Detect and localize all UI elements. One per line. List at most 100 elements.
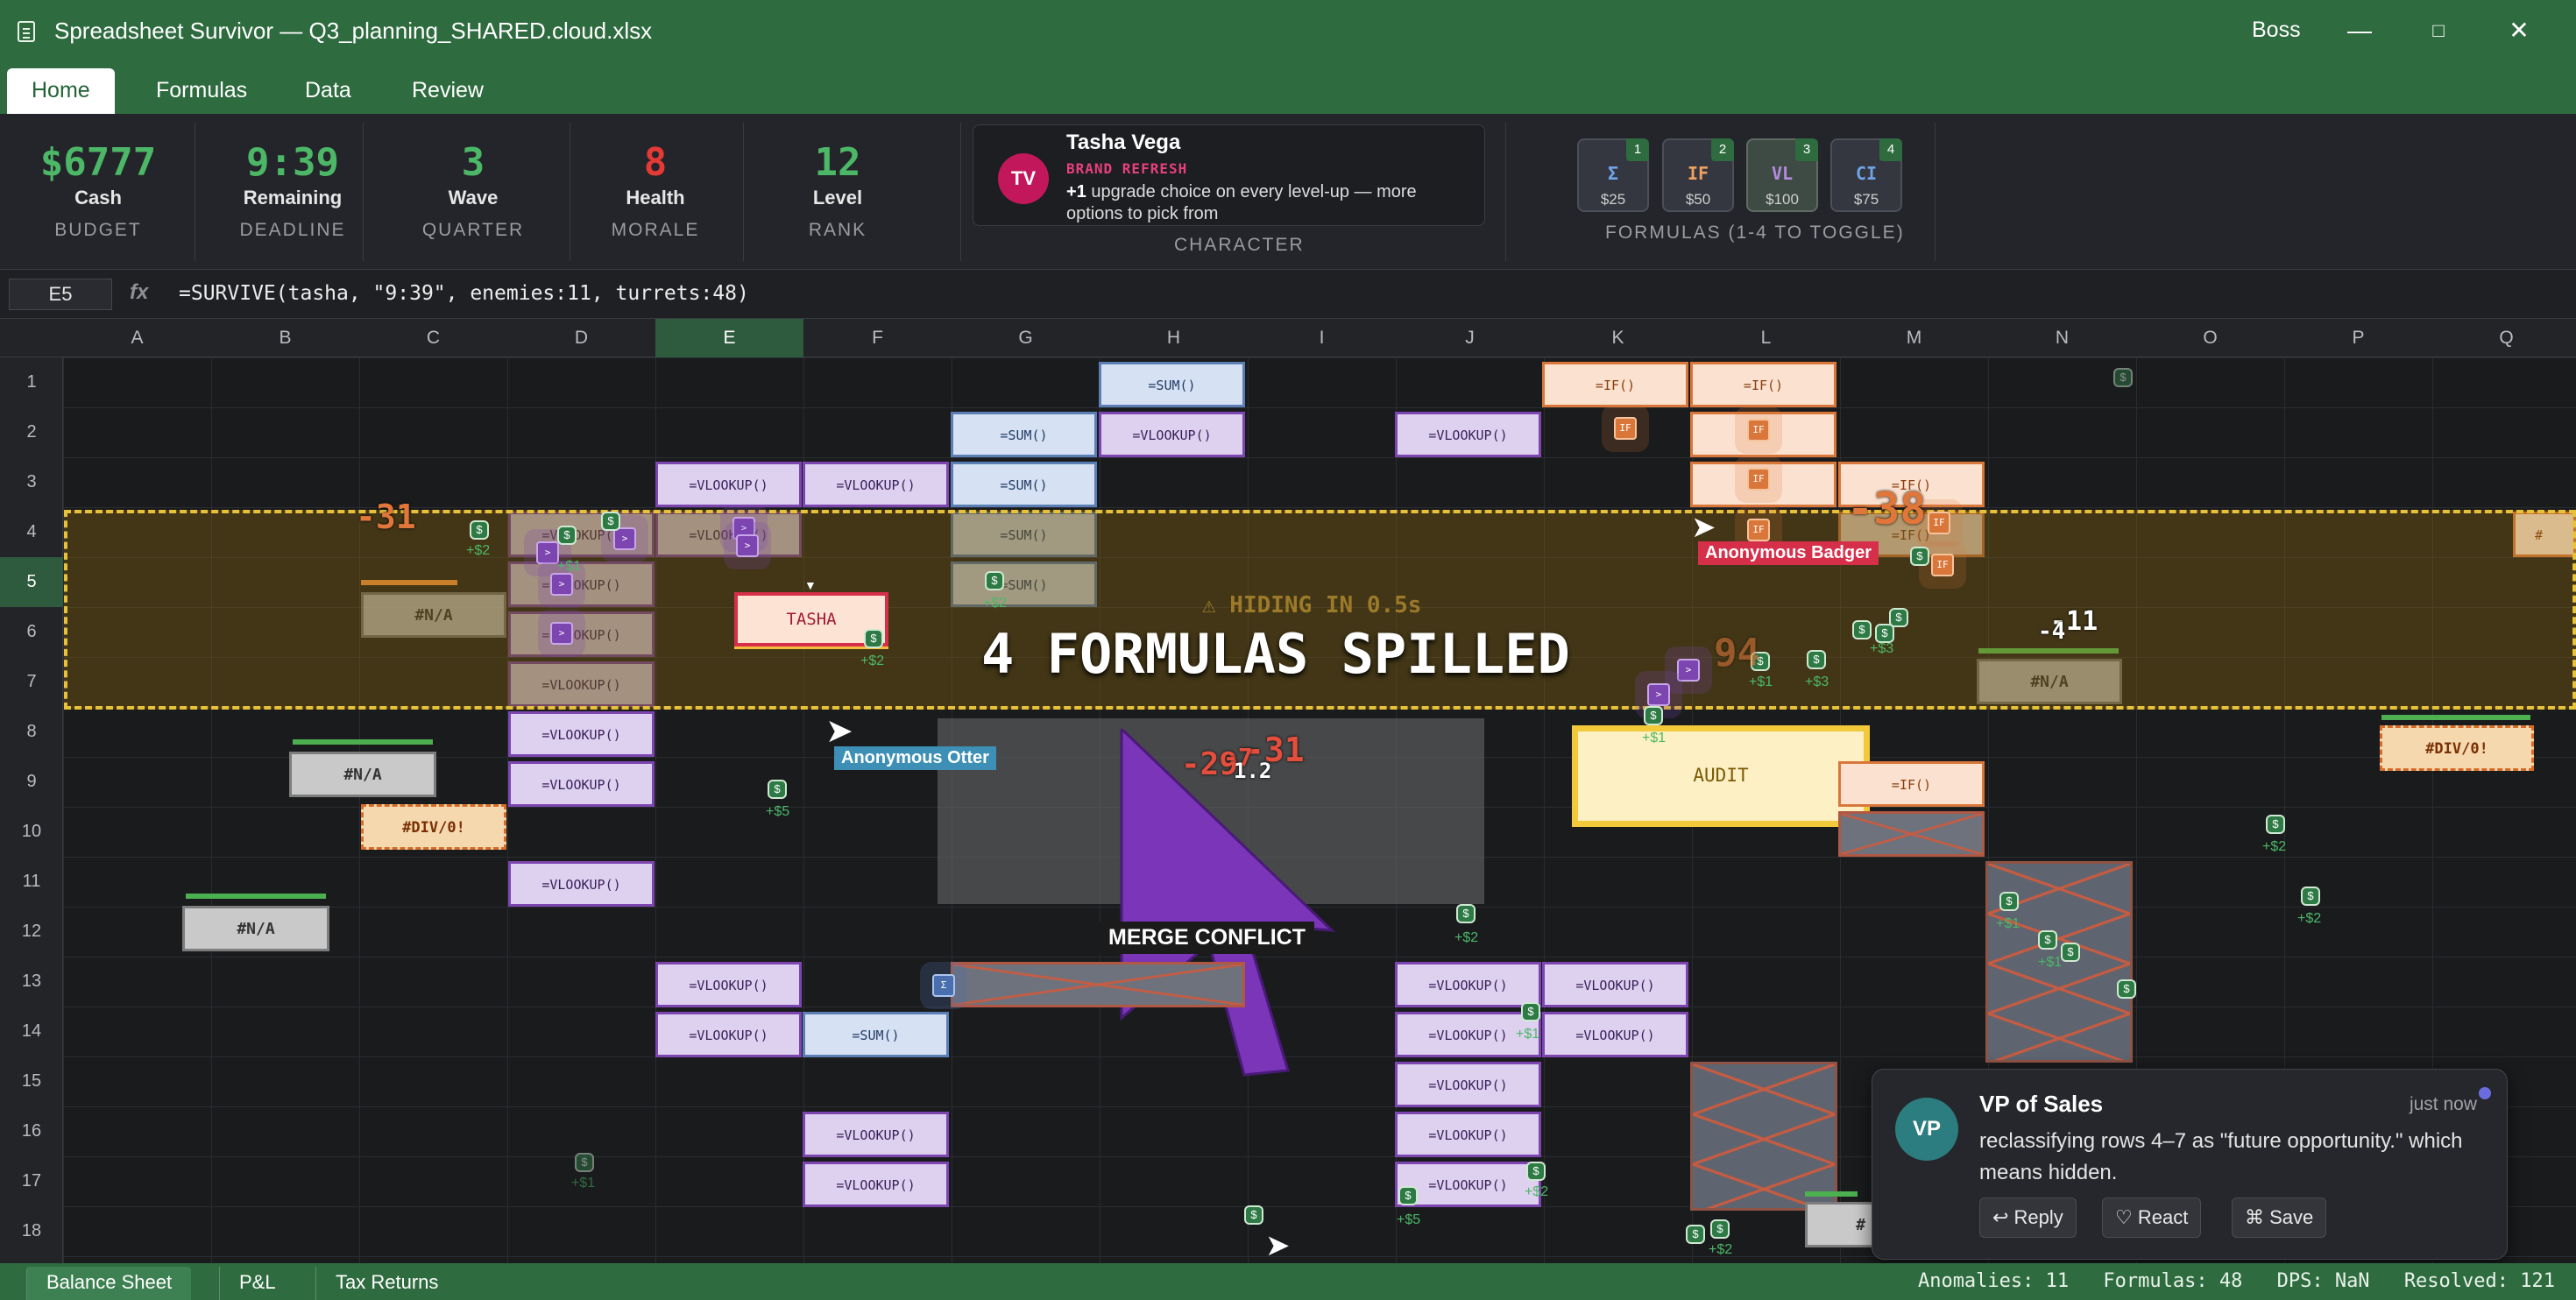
comment-popup[interactable]: VP VP of Sales just now reclassifying ro…: [1872, 1069, 2508, 1260]
column-header-a[interactable]: A: [63, 319, 211, 357]
cash-pickup-icon[interactable]: $: [557, 526, 577, 545]
cash-pickup-icon[interactable]: $: [2301, 887, 2320, 906]
vlookup-turret-icon[interactable]: >: [550, 622, 573, 645]
column-header-l[interactable]: L: [1692, 319, 1840, 357]
cash-pickup-icon[interactable]: $: [864, 629, 883, 648]
if-turret-icon[interactable]: IF: [1747, 468, 1770, 491]
cash-pickup-icon[interactable]: $: [1710, 1219, 1730, 1239]
cash-pickup-icon[interactable]: $: [2266, 815, 2285, 834]
if-turret-icon[interactable]: IF: [1747, 419, 1770, 442]
div-zero-enemy[interactable]: #DIV/0!: [2380, 725, 2534, 771]
cash-pickup-icon[interactable]: $: [1521, 1002, 1540, 1021]
column-header-q[interactable]: Q: [2432, 319, 2576, 357]
sum-enemy[interactable]: =SUM(): [803, 1012, 949, 1057]
cash-pickup-icon[interactable]: $: [2038, 930, 2057, 950]
character-card[interactable]: TV Tasha Vega BRAND REFRESH +1 upgrade c…: [973, 124, 1485, 226]
row-header-2[interactable]: 2: [0, 407, 63, 457]
if-turret-icon[interactable]: IF: [1928, 512, 1950, 534]
vlookup-enemy[interactable]: =VLOOKUP(): [655, 462, 802, 507]
cash-pickup-icon[interactable]: $: [2061, 943, 2080, 962]
div-zero-enemy[interactable]: #DIV/0!: [361, 804, 506, 850]
row-header-12[interactable]: 12: [0, 907, 63, 957]
sheet-tab-balance-sheet[interactable]: Balance Sheet: [26, 1267, 192, 1300]
row-header-11[interactable]: 11: [0, 857, 63, 907]
column-header-n[interactable]: N: [1988, 319, 2136, 357]
if-turret-icon[interactable]: IF: [1747, 519, 1770, 541]
row-header-1[interactable]: 1: [0, 357, 63, 407]
column-header-d[interactable]: D: [507, 319, 655, 357]
cash-pickup-icon[interactable]: $: [768, 780, 787, 799]
close-icon[interactable]: ✕: [2488, 9, 2550, 53]
row-header-8[interactable]: 8: [0, 707, 63, 757]
vlookup-enemy[interactable]: =VLOOKUP(): [1395, 962, 1541, 1007]
if-enemy[interactable]: =IF(): [1542, 362, 1688, 407]
vlookup-turret-icon[interactable]: >: [736, 534, 759, 557]
vlookup-enemy[interactable]: =VLOOKUP(): [803, 462, 949, 507]
formula-input[interactable]: =SURVIVE(tasha, "9:39", enemies:11, turr…: [179, 282, 749, 305]
column-header-k[interactable]: K: [1544, 319, 1692, 357]
tab-review[interactable]: Review: [387, 68, 508, 114]
sheet-tab-pl[interactable]: P&L: [219, 1267, 295, 1300]
row-header-5[interactable]: 5: [0, 557, 63, 607]
sum-enemy[interactable]: =SUM(): [951, 412, 1097, 457]
column-header-o[interactable]: O: [2136, 319, 2284, 357]
vlookup-enemy[interactable]: =VLOOKUP(): [803, 1112, 949, 1157]
vlookup-turret-icon[interactable]: >: [1677, 659, 1700, 682]
cash-pickup-icon[interactable]: $: [1244, 1205, 1263, 1225]
row-header-9[interactable]: 9: [0, 757, 63, 807]
vlookup-enemy[interactable]: =VLOOKUP(): [655, 1012, 802, 1057]
audit-enemy[interactable]: AUDIT: [1572, 725, 1870, 827]
cash-pickup-icon[interactable]: $: [1889, 608, 1908, 627]
user-name[interactable]: Boss: [2252, 18, 2301, 43]
vlookup-turret-icon[interactable]: >: [550, 573, 573, 596]
formula-sum-button[interactable]: 1 Σ $25: [1577, 138, 1649, 212]
column-header-b[interactable]: B: [211, 319, 359, 357]
formula-if-button[interactable]: 2 IF $50: [1662, 138, 1734, 212]
vlookup-turret-icon[interactable]: >: [1647, 683, 1670, 706]
sum-turret-icon[interactable]: Σ: [932, 974, 955, 997]
cash-pickup-icon[interactable]: $: [470, 520, 489, 540]
formula-vlookup-button[interactable]: 3 VL $100: [1746, 138, 1818, 212]
row-header-17[interactable]: 17: [0, 1156, 63, 1206]
cash-pickup-icon[interactable]: $: [575, 1153, 594, 1172]
column-header-c[interactable]: C: [359, 319, 507, 357]
vlookup-enemy[interactable]: =VLOOKUP(): [1395, 1112, 1541, 1157]
row-header-6[interactable]: 6: [0, 607, 63, 657]
sum-enemy[interactable]: =SUM(): [1099, 362, 1245, 407]
column-header-j[interactable]: J: [1396, 319, 1544, 357]
vlookup-enemy[interactable]: =VLOOKUP(): [508, 861, 655, 907]
cash-pickup-icon[interactable]: $: [1456, 904, 1476, 923]
vlookup-enemy[interactable]: =VLOOKUP(): [508, 761, 655, 807]
formula-ci-button[interactable]: 4 CI $75: [1830, 138, 1902, 212]
maximize-icon[interactable]: □: [2408, 9, 2469, 53]
cash-pickup-icon[interactable]: $: [1686, 1225, 1705, 1244]
vlookup-enemy[interactable]: =VLOOKUP(): [1395, 1062, 1541, 1107]
column-header-p[interactable]: P: [2284, 319, 2432, 357]
column-header-h[interactable]: H: [1100, 319, 1248, 357]
column-header-f[interactable]: F: [803, 319, 952, 357]
vlookup-turret-icon[interactable]: >: [536, 541, 559, 564]
cash-pickup-icon[interactable]: $: [1807, 650, 1826, 669]
na-error-enemy[interactable]: #N/A: [289, 752, 436, 797]
vlookup-enemy[interactable]: =VLOOKUP(): [1542, 962, 1688, 1007]
cash-pickup-icon[interactable]: $: [2113, 368, 2133, 387]
column-header-m[interactable]: M: [1840, 319, 1988, 357]
row-header-14[interactable]: 14: [0, 1007, 63, 1056]
vlookup-turret-icon[interactable]: >: [613, 527, 636, 550]
name-box[interactable]: E5: [9, 279, 112, 310]
if-turret-icon[interactable]: IF: [1931, 554, 1954, 576]
tab-formulas[interactable]: Formulas: [131, 68, 272, 114]
cash-pickup-icon[interactable]: $: [1852, 620, 1872, 639]
minimize-icon[interactable]: —: [2329, 9, 2390, 53]
vlookup-enemy[interactable]: =VLOOKUP(): [655, 962, 802, 1007]
if-enemy[interactable]: =IF(): [1838, 761, 1985, 807]
row-header-15[interactable]: 15: [0, 1056, 63, 1106]
tab-data[interactable]: Data: [280, 68, 376, 114]
tab-home[interactable]: Home: [7, 68, 115, 114]
sheet-tab-tax-returns[interactable]: Tax Returns: [315, 1267, 457, 1300]
react-button[interactable]: ♡ React: [2102, 1198, 2202, 1238]
vlookup-enemy[interactable]: =VLOOKUP(): [803, 1162, 949, 1207]
row-header-3[interactable]: 3: [0, 457, 63, 507]
cash-pickup-icon[interactable]: $: [985, 571, 1004, 590]
vlookup-enemy[interactable]: =VLOOKUP(): [1542, 1012, 1688, 1057]
